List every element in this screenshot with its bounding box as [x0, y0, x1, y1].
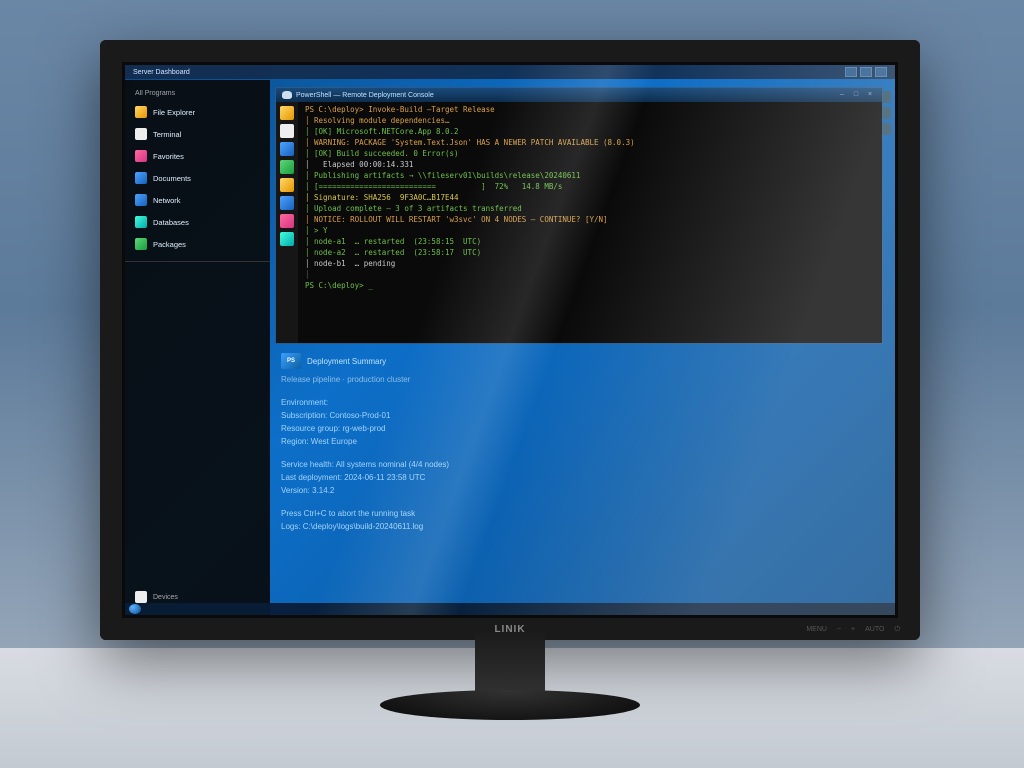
activity-icon[interactable] — [280, 124, 294, 138]
terminal-line: │ node-a2 … restarted (23:58:17 UTC) — [300, 247, 878, 258]
terminal-line: │ Upload complete — 3 of 3 artifacts tra… — [300, 203, 878, 214]
info-subheading: Release pipeline · production cluster — [281, 373, 877, 386]
info-line: Service health: All systems nominal (4/4… — [281, 458, 877, 471]
monitor-buttons: MENU − + AUTO ⏻ — [806, 626, 900, 634]
activity-icon[interactable] — [280, 142, 294, 156]
info-panel: PS Deployment Summary Release pipeline ·… — [277, 347, 881, 611]
minimize-button[interactable] — [845, 67, 857, 77]
menu-item-network[interactable]: Network — [125, 189, 270, 211]
terminal-line: │ [========================== ] 72% 14.8… — [300, 181, 878, 192]
package-icon — [135, 238, 147, 250]
activity-icon[interactable] — [280, 178, 294, 192]
folder-icon — [135, 106, 147, 118]
monitor-brand: LINIK — [494, 624, 525, 635]
terminal-close-button[interactable]: × — [864, 90, 876, 100]
info-block-hints: Press Ctrl+C to abort the running taskLo… — [281, 507, 877, 533]
close-button[interactable] — [875, 67, 887, 77]
info-line: Last deployment: 2024-06-11 23:58 UTC — [281, 471, 877, 484]
taskbar[interactable] — [125, 603, 895, 615]
info-heading: Deployment Summary — [307, 355, 386, 368]
start-menu[interactable]: All Programs File Explorer Terminal Favo… — [125, 80, 270, 615]
terminal-line: │ Signature: SHA256 9F3A0C…B17E44 — [300, 192, 878, 203]
terminal-maximize-button[interactable]: □ — [850, 90, 862, 100]
document-icon — [135, 172, 147, 184]
activity-icon[interactable] — [280, 214, 294, 228]
terminal-title-text: PowerShell — Remote Deployment Console — [296, 92, 434, 99]
menu-item-databases[interactable]: Databases — [125, 211, 270, 233]
menu-item-documents[interactable]: Documents — [125, 167, 270, 189]
info-line: Logs: C:\deploy\logs\build-20240611.log — [281, 520, 877, 533]
terminal-line: │ node-b1 … pending — [300, 258, 878, 269]
terminal-line: │ WARNING: PACKAGE 'System.Text.Json' HA… — [300, 137, 878, 148]
activity-icon[interactable] — [280, 232, 294, 246]
star-icon — [135, 150, 147, 162]
start-button[interactable] — [129, 604, 141, 614]
activity-icon[interactable] — [280, 106, 294, 120]
terminal-output[interactable]: PS C:\deploy> Invoke-Build –Target Relea… — [300, 104, 878, 339]
terminal-icon — [135, 128, 147, 140]
info-line: Version: 3.14.2 — [281, 484, 877, 497]
info-line: Environment: — [281, 396, 877, 409]
terminal-window[interactable]: PowerShell — Remote Deployment Console –… — [275, 87, 883, 344]
terminal-line: PS C:\deploy> Invoke-Build –Target Relea… — [300, 104, 878, 115]
terminal-line: PS C:\deploy> _ — [300, 280, 878, 291]
terminal-line: │ Publishing artifacts → \\fileserv01\bu… — [300, 170, 878, 181]
terminal-line: │ Resolving module dependencies… — [300, 115, 878, 126]
activity-icon[interactable] — [280, 160, 294, 174]
maximize-button[interactable] — [860, 67, 872, 77]
menu-item-terminal[interactable]: Terminal — [125, 123, 270, 145]
terminal-minimize-button[interactable]: – — [836, 90, 848, 100]
info-line: Resource group: rg-web-prod — [281, 422, 877, 435]
app-badge: PS — [281, 353, 301, 369]
menu-item-favorites[interactable]: Favorites — [125, 145, 270, 167]
info-block-environment: Environment:Subscription: Contoso-Prod-0… — [281, 396, 877, 448]
terminal-titlebar[interactable]: PowerShell — Remote Deployment Console –… — [276, 88, 882, 102]
activity-icon[interactable] — [280, 196, 294, 210]
desktop-screen[interactable]: Server Dashboard All Programs File Explo… — [125, 65, 895, 615]
cloud-icon — [282, 91, 292, 99]
start-menu-header: All Programs — [125, 86, 270, 101]
devices-icon — [135, 591, 147, 603]
database-icon — [135, 216, 147, 228]
terminal-line: │ [OK] Microsoft.NETCore.App 8.0.2 — [300, 126, 878, 137]
terminal-line: │ node-a1 … restarted (23:58:15 UTC) — [300, 236, 878, 247]
menu-item-file-explorer[interactable]: File Explorer — [125, 101, 270, 123]
network-icon — [135, 194, 147, 206]
info-block-health: Service health: All systems nominal (4/4… — [281, 458, 877, 497]
menu-item-packages[interactable]: Packages — [125, 233, 270, 255]
terminal-activity-bar[interactable] — [276, 102, 298, 343]
terminal-line: │ NOTICE: ROLLOUT WILL RESTART 'w3svc' O… — [300, 214, 878, 225]
titlebar-text: Server Dashboard — [133, 69, 190, 76]
terminal-line: │ [OK] Build succeeded. 0 Error(s) — [300, 148, 878, 159]
terminal-line: │ > Y — [300, 225, 878, 236]
window-titlebar[interactable]: Server Dashboard — [125, 65, 895, 79]
terminal-line: │ Elapsed 00:00:14.331 — [300, 159, 878, 170]
terminal-line: │ — [300, 269, 878, 280]
monitor-frame: LINIK MENU − + AUTO ⏻ Server Dashboard A… — [100, 40, 920, 640]
info-line: Press Ctrl+C to abort the running task — [281, 507, 877, 520]
info-line: Region: West Europe — [281, 435, 877, 448]
info-line: Subscription: Contoso-Prod-01 — [281, 409, 877, 422]
